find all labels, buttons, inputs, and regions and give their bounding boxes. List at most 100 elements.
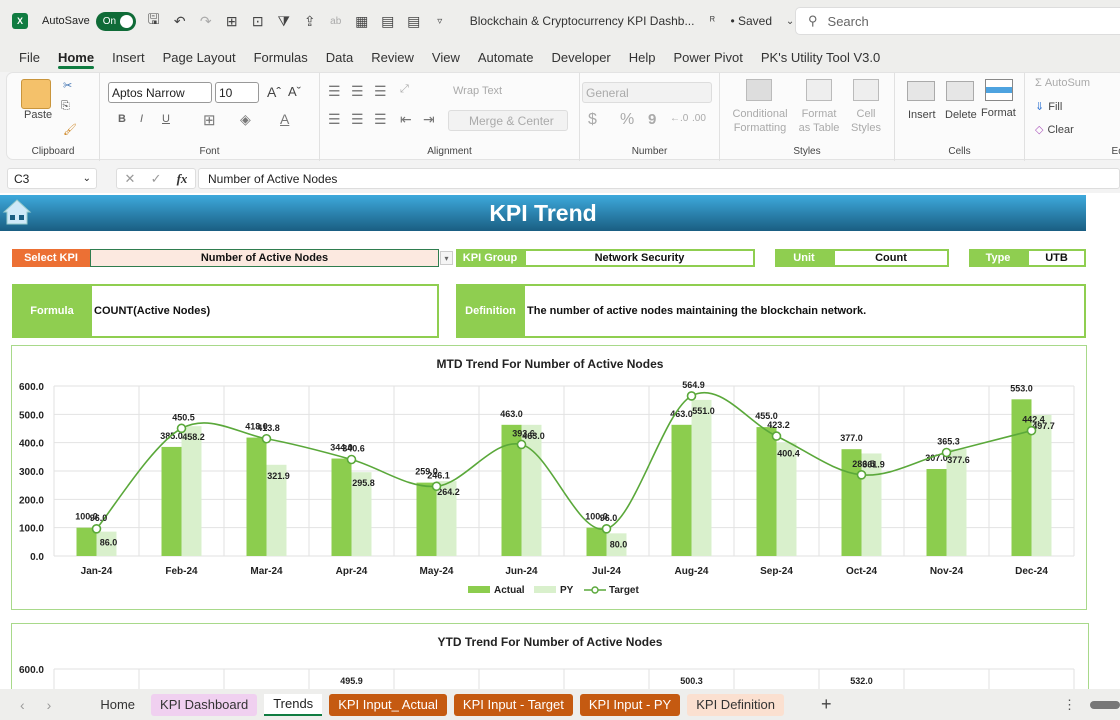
save-icon[interactable]: 🖫 (146, 11, 162, 29)
saved-status[interactable]: • Saved (730, 14, 772, 28)
format-table-icon[interactable] (806, 79, 832, 101)
calculator-icon[interactable]: ▤ (380, 13, 396, 29)
font-color-icon[interactable]: A (280, 111, 289, 127)
top-align-icon[interactable]: ☰ (328, 83, 341, 100)
borders-icon[interactable]: ⊞ (203, 111, 216, 129)
more-options-icon[interactable]: ⋮ (1063, 697, 1076, 713)
bottom-align-icon[interactable]: ☰ (374, 83, 387, 100)
delete-cells-icon[interactable] (946, 81, 974, 101)
clear-button[interactable]: Clear (1047, 124, 1073, 136)
autosum-button[interactable]: AutoSum (1045, 77, 1090, 89)
menu-tab-home[interactable]: Home (49, 42, 103, 72)
collaborator-icon[interactable]: ᴿ (704, 13, 720, 29)
conditional-formatting-button[interactable]: Conditional Formatting (730, 107, 790, 135)
conditional-formatting-icon[interactable] (746, 79, 772, 101)
add-sheet-button[interactable]: + (821, 694, 832, 715)
decrease-decimal-icon[interactable]: .00 (692, 113, 706, 124)
sheet-tab-kpi-definition[interactable]: KPI Definition (687, 693, 784, 716)
menu-tab-view[interactable]: View (423, 42, 469, 72)
paste-icon[interactable] (21, 79, 51, 109)
cancel-icon[interactable]: ✕ (125, 171, 136, 187)
decrease-indent-icon[interactable]: ⇤ (400, 111, 412, 128)
search-box[interactable]: ⚲ Search (795, 7, 1120, 35)
number-format-select[interactable]: General (582, 82, 712, 103)
sheet-tab-home[interactable]: Home (91, 694, 144, 716)
spelling-icon[interactable]: ab (328, 13, 344, 29)
italic-button[interactable]: I (140, 113, 143, 125)
cell-styles-button[interactable]: Cell Styles (850, 107, 882, 135)
x-tick-label: Nov-24 (930, 566, 964, 577)
sheet-tab-kpi-input-py[interactable]: KPI Input - PY (579, 693, 681, 716)
font-size-select[interactable]: 10 (215, 82, 259, 103)
wrap-text-button[interactable]: Wrap Text (453, 85, 502, 97)
menu-tab-formulas[interactable]: Formulas (245, 42, 317, 72)
menu-tab-help[interactable]: Help (620, 42, 665, 72)
menu-tab-review[interactable]: Review (362, 42, 423, 72)
fill-button[interactable]: Fill (1048, 101, 1062, 113)
insert-cells-icon[interactable] (907, 81, 935, 101)
cell-styles-icon[interactable] (853, 79, 879, 101)
customize-icon[interactable]: ▿ (432, 13, 448, 29)
menu-tab-insert[interactable]: Insert (103, 42, 154, 72)
bar-py (181, 426, 202, 556)
paste-button[interactable]: Paste (24, 109, 52, 121)
select-kpi-dropdown[interactable]: Number of Active Nodes (90, 249, 439, 267)
bold-button[interactable]: B (118, 113, 126, 125)
middle-align-icon[interactable]: ☰ (351, 83, 364, 100)
formula-input[interactable]: Number of Active Nodes (198, 168, 1120, 189)
sheet-tab-kpi-input-target[interactable]: KPI Input - Target (453, 693, 573, 716)
decrease-font-icon[interactable]: Aˇ (288, 84, 301, 99)
dropdown-arrow-icon[interactable]: ▾ (440, 251, 453, 265)
calculator2-icon[interactable]: ▤ (406, 13, 422, 29)
increase-indent-icon[interactable]: ⇥ (423, 111, 435, 128)
scroll-left-icon[interactable]: ‹ (20, 697, 25, 713)
copy-icon[interactable]: ⎘ (61, 100, 70, 113)
align-left-icon[interactable]: ☰ (328, 111, 341, 128)
align-right-icon[interactable]: ☰ (374, 111, 387, 128)
merge-center-button[interactable]: Merge & Center (448, 110, 568, 131)
ytd-chart[interactable]: YTD Trend For Number of Active Nodes 600.… (11, 623, 1089, 689)
table-icon[interactable]: ▦ (354, 13, 370, 29)
menu-tab-file[interactable]: File (10, 42, 49, 72)
comma-button[interactable]: 9 (648, 111, 656, 128)
percent-button[interactable]: % (620, 111, 634, 129)
font-name-select[interactable]: Aptos Narrow (108, 82, 212, 103)
filter-icon[interactable]: ⧩ (276, 13, 292, 29)
horizontal-scrollbar[interactable] (1090, 700, 1120, 709)
currency-button[interactable]: $ (588, 111, 597, 129)
delete-button[interactable]: Delete (945, 109, 977, 121)
underline-button[interactable]: U (162, 113, 170, 125)
borders-icon[interactable]: ⊞ (224, 13, 240, 29)
increase-font-icon[interactable]: Aˆ (267, 84, 281, 100)
menu-tab-automate[interactable]: Automate (469, 42, 543, 72)
picture-icon[interactable]: ⊡ (250, 13, 266, 29)
format-button[interactable]: Format (981, 107, 1016, 119)
scroll-right-icon[interactable]: › (47, 697, 52, 713)
sheet-tab-kpi-input-actual[interactable]: KPI Input_ Actual (329, 693, 447, 716)
menu-tab-developer[interactable]: Developer (543, 42, 620, 72)
enter-icon[interactable]: ✓ (151, 171, 162, 187)
insert-button[interactable]: Insert (908, 109, 936, 121)
sheet-tab-kpi-dashboard[interactable]: KPI Dashboard (151, 693, 258, 716)
undo-icon[interactable]: ↶ (172, 13, 188, 29)
menu-tab-page-layout[interactable]: Page Layout (154, 42, 245, 72)
home-icon[interactable] (2, 198, 32, 226)
format-as-table-button[interactable]: Format as Table (796, 107, 842, 135)
autosave-toggle[interactable]: On (95, 11, 136, 31)
format-painter-icon[interactable]: 🖌 (63, 123, 77, 136)
share-icon[interactable]: ⇪ (302, 13, 318, 29)
fx-icon[interactable]: fx (177, 171, 188, 187)
menu-tab-data[interactable]: Data (317, 42, 362, 72)
name-box[interactable]: C3 ⌄ (7, 168, 97, 189)
menu-tab-pk-s-utility-tool-v3-0[interactable]: PK's Utility Tool V3.0 (752, 42, 889, 72)
redo-icon[interactable]: ↷ (198, 13, 214, 29)
format-cells-icon[interactable] (985, 79, 1013, 101)
sheet-tab-trends[interactable]: Trends (264, 693, 323, 716)
menu-tab-power-pivot[interactable]: Power Pivot (665, 42, 752, 72)
fill-color-icon[interactable]: ◈ (240, 111, 251, 128)
mtd-chart[interactable]: MTD Trend For Number of Active Nodes 0.0 1… (11, 345, 1087, 610)
cut-icon[interactable]: ✂ (63, 79, 72, 92)
increase-decimal-icon[interactable]: ←.0 (670, 113, 688, 124)
align-center-icon[interactable]: ☰ (351, 111, 364, 128)
orientation-icon[interactable]: ⤢ (400, 83, 409, 96)
